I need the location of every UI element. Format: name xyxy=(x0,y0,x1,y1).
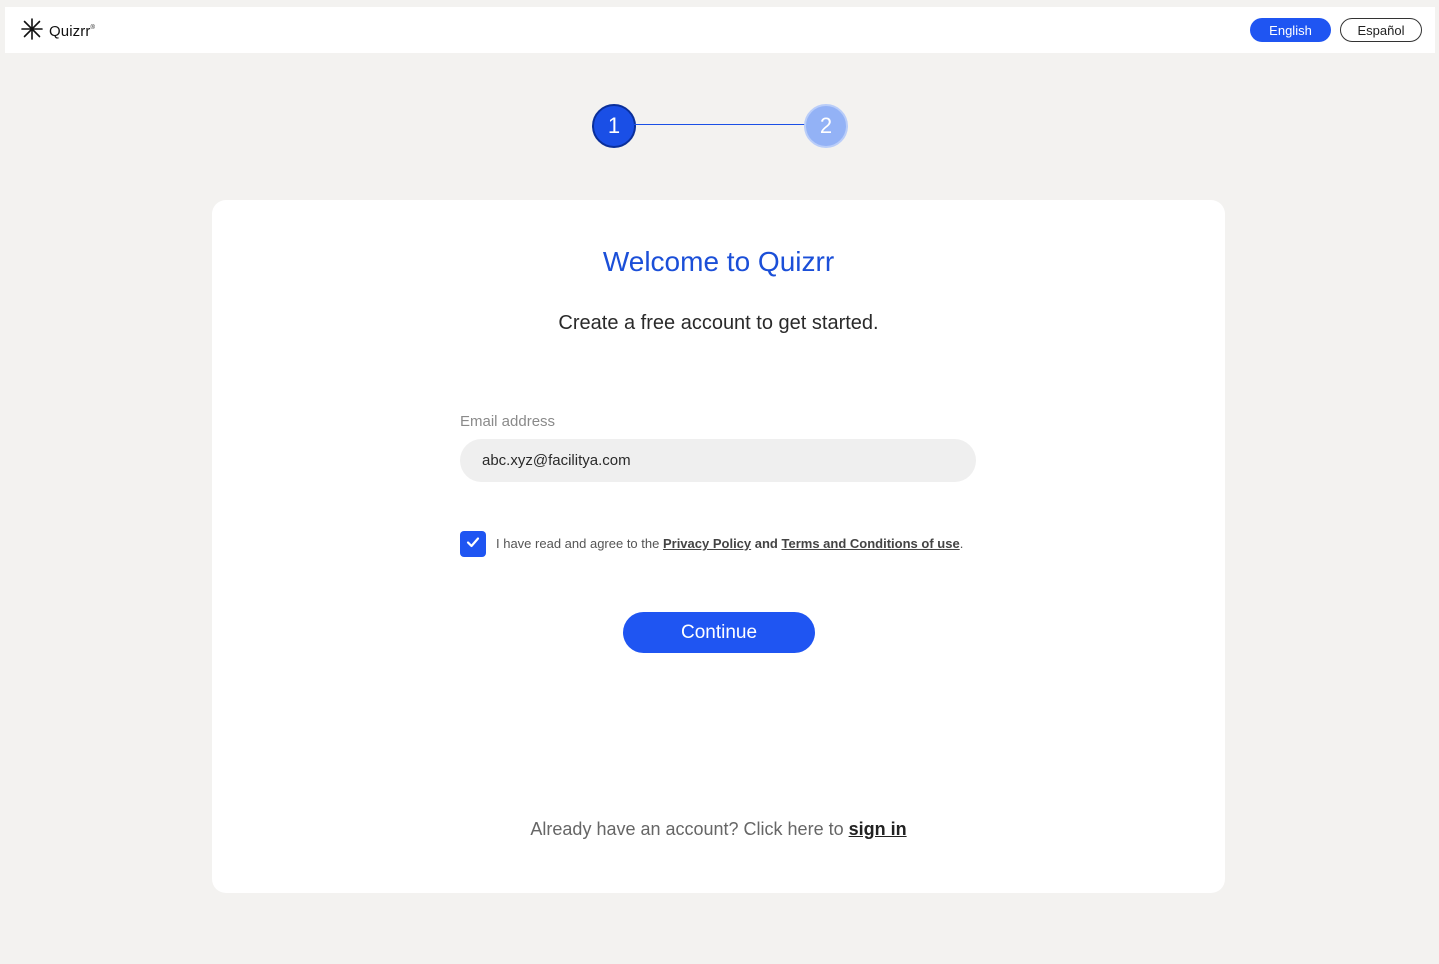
top-bar: Quizrr® English Español xyxy=(5,7,1435,53)
step-1-indicator: 1 xyxy=(592,104,636,148)
continue-button[interactable]: Continue xyxy=(623,612,815,653)
page-subtitle: Create a free account to get started. xyxy=(558,312,879,334)
registered-mark: ® xyxy=(90,25,95,31)
email-label: Email address xyxy=(460,413,556,430)
stepper-connector xyxy=(634,124,806,125)
signin-prompt-text: Already have an account? Click here to xyxy=(530,819,849,839)
checkmark-icon xyxy=(465,534,481,555)
agreement-text: I have read and agree to the Privacy Pol… xyxy=(496,536,963,551)
signin-prompt: Already have an account? Click here to s… xyxy=(212,819,1225,840)
asterisk-star-icon xyxy=(21,18,43,45)
brand-name: Quizrr® xyxy=(49,23,95,40)
agreement-and: and xyxy=(754,536,778,551)
email-field[interactable] xyxy=(460,439,976,482)
step-2-indicator: 2 xyxy=(804,104,848,148)
agreement-suffix: . xyxy=(959,536,964,551)
brand-text: Quizrr xyxy=(49,23,91,40)
language-spanish-button[interactable]: Español xyxy=(1340,18,1422,42)
brand-logo[interactable]: Quizrr® xyxy=(21,18,95,45)
language-english-button[interactable]: English xyxy=(1250,18,1331,42)
terms-link[interactable]: Terms and Conditions of use xyxy=(782,536,960,551)
agree-checkbox[interactable] xyxy=(460,531,486,557)
privacy-policy-link[interactable]: Privacy Policy xyxy=(663,536,751,551)
sign-in-link[interactable]: sign in xyxy=(849,819,907,839)
agreement-prefix: I have read and agree to the xyxy=(496,536,663,551)
signup-card: Welcome to Quizrr Create a free account … xyxy=(212,200,1225,893)
page-title: Welcome to Quizrr xyxy=(602,246,835,277)
